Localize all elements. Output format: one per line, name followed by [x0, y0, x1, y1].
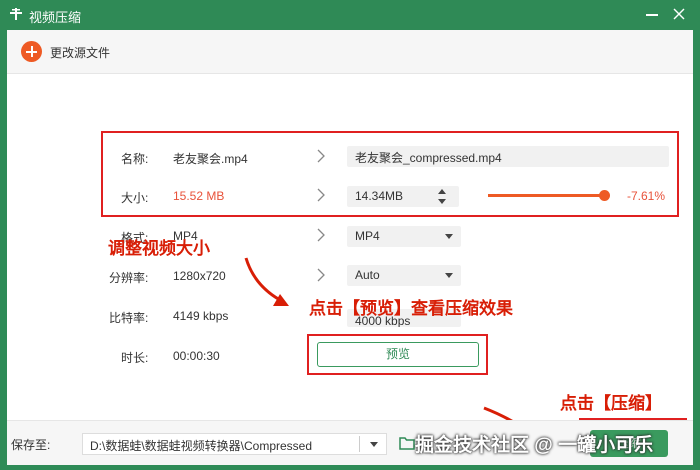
duration-label: 时长:	[121, 351, 149, 365]
close-icon[interactable]	[672, 7, 686, 21]
minimize-icon[interactable]	[646, 14, 658, 16]
source-duration-value: 00:00:30	[173, 349, 220, 363]
save-to-label: 保存至:	[11, 438, 51, 452]
folder-icon[interactable]	[399, 436, 415, 450]
dropdown-arrow-icon	[445, 273, 453, 278]
bitrate-label: 比特率:	[109, 311, 149, 325]
dropdown-arrow-icon	[445, 234, 453, 239]
watermark: 掘金技术社区 @ 一罐小可乐	[415, 435, 654, 456]
resolution-select-value: Auto	[355, 268, 380, 282]
add-icon[interactable]	[21, 41, 42, 62]
chevron-right-icon	[317, 228, 325, 242]
annotation-adjust-size: 调整视频大小	[108, 239, 210, 258]
chevron-right-icon	[317, 268, 325, 282]
annotation-click-compress: 点击【压缩】	[560, 394, 662, 413]
resolution-select[interactable]: Auto	[347, 265, 461, 286]
title-bar: 视频压缩	[0, 0, 700, 30]
dropdown-arrow-icon[interactable]	[370, 442, 378, 447]
app-icon	[10, 8, 22, 20]
annotation-click-preview: 点击【预览】查看压缩效果	[309, 299, 513, 318]
preview-highlight	[307, 334, 488, 375]
format-select-value: MP4	[355, 229, 380, 243]
window-title: 视频压缩	[29, 10, 82, 25]
source-resolution-value: 1280x720	[173, 269, 226, 283]
resolution-label: 分辨率:	[109, 271, 149, 285]
toolbar: 更改源文件	[7, 30, 693, 74]
source-bitrate-value: 4149 kbps	[173, 309, 229, 323]
change-source-button[interactable]: 更改源文件	[50, 44, 110, 61]
save-path-field[interactable]: D:\数据蛙\数据蛙视频转换器\Compressed	[82, 433, 387, 455]
format-select[interactable]: MP4	[347, 226, 461, 247]
path-divider	[359, 436, 360, 452]
name-size-highlight	[101, 131, 679, 217]
